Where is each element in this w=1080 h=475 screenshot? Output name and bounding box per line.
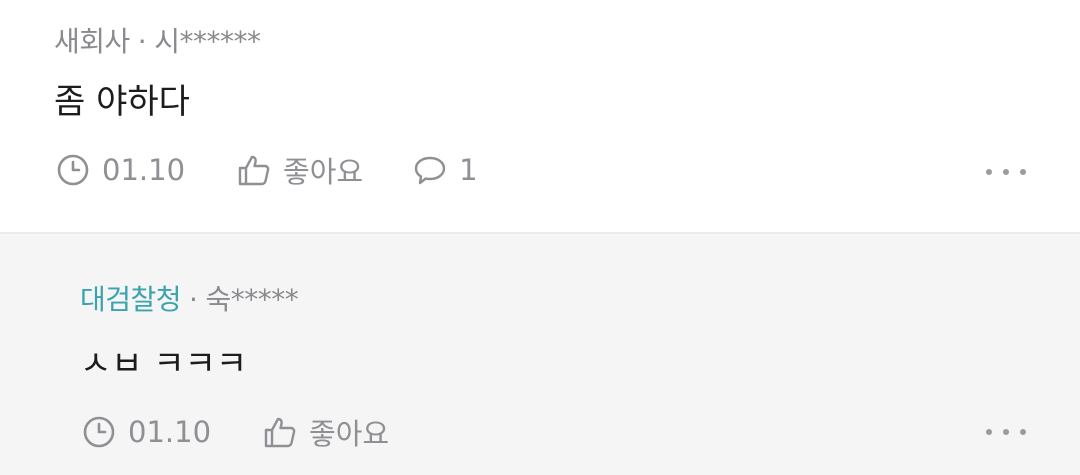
reply-button[interactable]: 1 bbox=[413, 153, 478, 187]
more-options-icon[interactable] bbox=[986, 162, 1026, 182]
like-label: 좋아요 bbox=[283, 155, 364, 189]
reply-actions: 01.10 좋아요 bbox=[82, 411, 389, 453]
reply-count: 1 bbox=[459, 153, 478, 187]
clock-icon bbox=[56, 153, 90, 187]
reply-meta: 대검찰청 · 숙***** bbox=[80, 278, 299, 318]
meta-separator: · bbox=[137, 25, 147, 58]
like-button[interactable]: 좋아요 bbox=[263, 411, 389, 453]
dot bbox=[986, 169, 992, 175]
comment-item: 새회사 · 시****** 좀 야하다 01.10 좋아요 1 bbox=[0, 0, 1080, 232]
comment-date: 01.10 bbox=[102, 153, 186, 187]
speech-bubble-icon bbox=[413, 153, 447, 187]
masked-user-id: 숙***** bbox=[205, 283, 299, 316]
thumbs-up-icon bbox=[263, 415, 297, 449]
masked-user-id: 시****** bbox=[154, 25, 261, 58]
comment-meta: 새회사 · 시****** bbox=[54, 20, 261, 60]
thumbs-up-icon bbox=[237, 153, 271, 187]
meta-separator: · bbox=[189, 283, 198, 316]
dot bbox=[1003, 429, 1009, 435]
clock-icon bbox=[82, 415, 116, 449]
dot bbox=[1003, 169, 1009, 175]
date-info: 01.10 bbox=[56, 153, 185, 187]
more-options-icon[interactable] bbox=[986, 422, 1026, 442]
comment-actions: 01.10 좋아요 1 bbox=[56, 149, 478, 191]
like-label: 좋아요 bbox=[309, 417, 390, 451]
reply-date: 01.10 bbox=[128, 415, 212, 449]
comment-text: 좀 야하다 bbox=[54, 82, 190, 122]
like-button[interactable]: 좋아요 bbox=[237, 149, 363, 191]
dot bbox=[1020, 429, 1026, 435]
author-name[interactable]: 대검찰청 bbox=[80, 283, 182, 316]
author-name[interactable]: 새회사 bbox=[54, 25, 130, 58]
reply-text: ㅅㅂ ㅋㅋㅋ bbox=[80, 344, 248, 384]
dot bbox=[986, 429, 992, 435]
date-info: 01.10 bbox=[82, 415, 211, 449]
dot bbox=[1020, 169, 1026, 175]
reply-item: 대검찰청 · 숙***** ㅅㅂ ㅋㅋㅋ 01.10 좋아요 bbox=[0, 232, 1080, 475]
